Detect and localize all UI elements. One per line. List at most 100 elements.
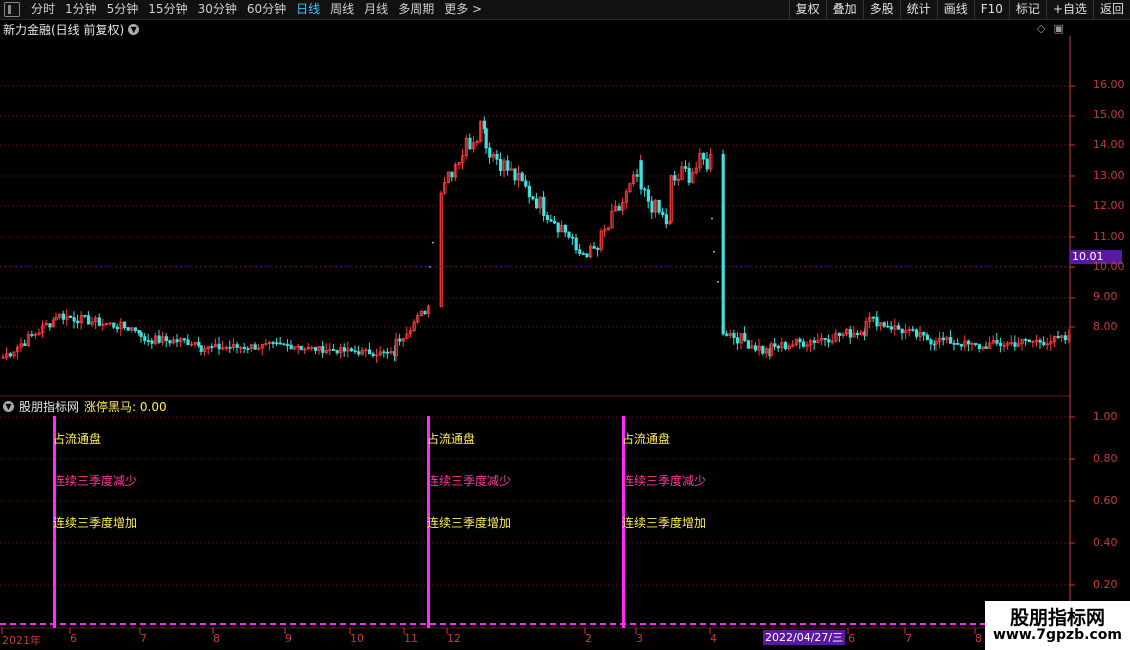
candle-body [721, 153, 725, 335]
price-dot [711, 217, 713, 220]
candle-body [313, 346, 318, 351]
candle-body [246, 348, 250, 350]
candle-body [1024, 339, 1028, 341]
candle-body [1056, 335, 1060, 338]
candle-body [520, 172, 524, 182]
candle-body [553, 220, 557, 224]
candle-body [335, 350, 339, 354]
x-tick: 7 [905, 632, 912, 645]
chevron-down-icon[interactable]: ▼ [3, 401, 14, 412]
candle-body [761, 345, 765, 354]
candle-body [69, 315, 73, 319]
x-tick: 2021年 [2, 634, 41, 647]
candle-body [367, 349, 372, 355]
signal-label-1: 占流通盘 [53, 432, 102, 446]
x-tick: 10 [350, 632, 364, 645]
candle-body [684, 166, 688, 169]
candle-body [650, 200, 654, 213]
candle-body [754, 345, 758, 351]
candle-body [30, 334, 34, 336]
candle-body [321, 346, 325, 353]
signal-label-1: 占流通盘 [427, 432, 476, 446]
candle-body [506, 160, 510, 171]
candle-body [545, 215, 550, 221]
candle-body [702, 152, 706, 160]
candle-body [513, 168, 517, 181]
price-dot [429, 265, 431, 268]
candle-body [736, 337, 740, 344]
candle-body [382, 351, 386, 354]
indicator-name: 股朋指标网 [19, 400, 80, 414]
candle-body [585, 253, 589, 258]
candle-body [643, 188, 647, 191]
candle-body [1042, 341, 1046, 346]
x-tick: 12 [447, 632, 461, 645]
candle-body [929, 339, 933, 345]
candle-body [271, 342, 275, 344]
candle-body [342, 347, 347, 352]
candle-body [133, 327, 137, 331]
candle-body [1038, 340, 1042, 343]
candle-body [646, 189, 651, 202]
kline-chart[interactable] [0, 0, 1130, 650]
indicator-title: ▼ 股朋指标网 涨停黑马: 0.00 [3, 398, 167, 415]
candle-body [949, 337, 953, 344]
candle-body [228, 346, 232, 349]
candle-body [175, 339, 179, 343]
candle-body [563, 225, 568, 233]
candle-body [746, 340, 751, 349]
y-tick: 16.00 [1093, 78, 1125, 91]
candle-body [87, 315, 91, 325]
candle-body [535, 198, 539, 209]
x-tick: 2 [585, 632, 592, 645]
candle-body [157, 335, 161, 343]
candle-body [773, 343, 777, 347]
candle-body [275, 342, 279, 345]
candle-body [661, 211, 665, 216]
candle-body [542, 196, 546, 216]
candle-body [578, 249, 582, 254]
candle-body [911, 328, 915, 331]
indicator-y-tick: 0.20 [1093, 578, 1118, 591]
candle-body [687, 167, 691, 183]
x-tick: 4 [710, 632, 717, 645]
candle-body [199, 345, 203, 352]
price-dot [717, 280, 719, 283]
indicator-y-tick: 0.40 [1093, 536, 1118, 549]
candle-body [882, 322, 886, 327]
x-tick: 6 [70, 632, 77, 645]
candle-body [956, 343, 960, 345]
candle-body [235, 344, 239, 348]
y-tick: 10.00 [1093, 260, 1125, 273]
candle-body [974, 342, 978, 346]
candle-body [23, 343, 27, 347]
candle-body [635, 174, 639, 177]
candle-body [524, 180, 528, 187]
candle-body [97, 317, 101, 326]
candle-body [798, 338, 802, 343]
candle-body [967, 340, 971, 345]
candle-body [398, 338, 402, 342]
candle-body [353, 350, 357, 353]
y-tick: 15.00 [1093, 108, 1125, 121]
candle-body [495, 153, 499, 160]
indicator-y-tick: 1.00 [1093, 410, 1118, 423]
candle-body [592, 246, 596, 249]
candle-body [371, 353, 375, 356]
indicator-y-tick: 0.60 [1093, 494, 1118, 507]
y-tick: 9.00 [1093, 290, 1118, 303]
candle-body [549, 219, 553, 222]
price-dot [713, 250, 715, 253]
candle-body [977, 344, 982, 349]
signal-label-3: 连续三季度增加 [622, 516, 707, 530]
candle-body [150, 340, 154, 344]
candle-body [556, 222, 560, 233]
y-tick: 12.00 [1093, 199, 1125, 212]
candle-body [574, 237, 578, 251]
signal-label-3: 连续三季度增加 [427, 516, 512, 530]
cursor-date: 2022/04/27/三 [763, 630, 846, 645]
candle-body [126, 327, 130, 331]
candle-body [1063, 335, 1067, 341]
x-tick: 6 [848, 632, 855, 645]
x-tick: 7 [140, 632, 147, 645]
